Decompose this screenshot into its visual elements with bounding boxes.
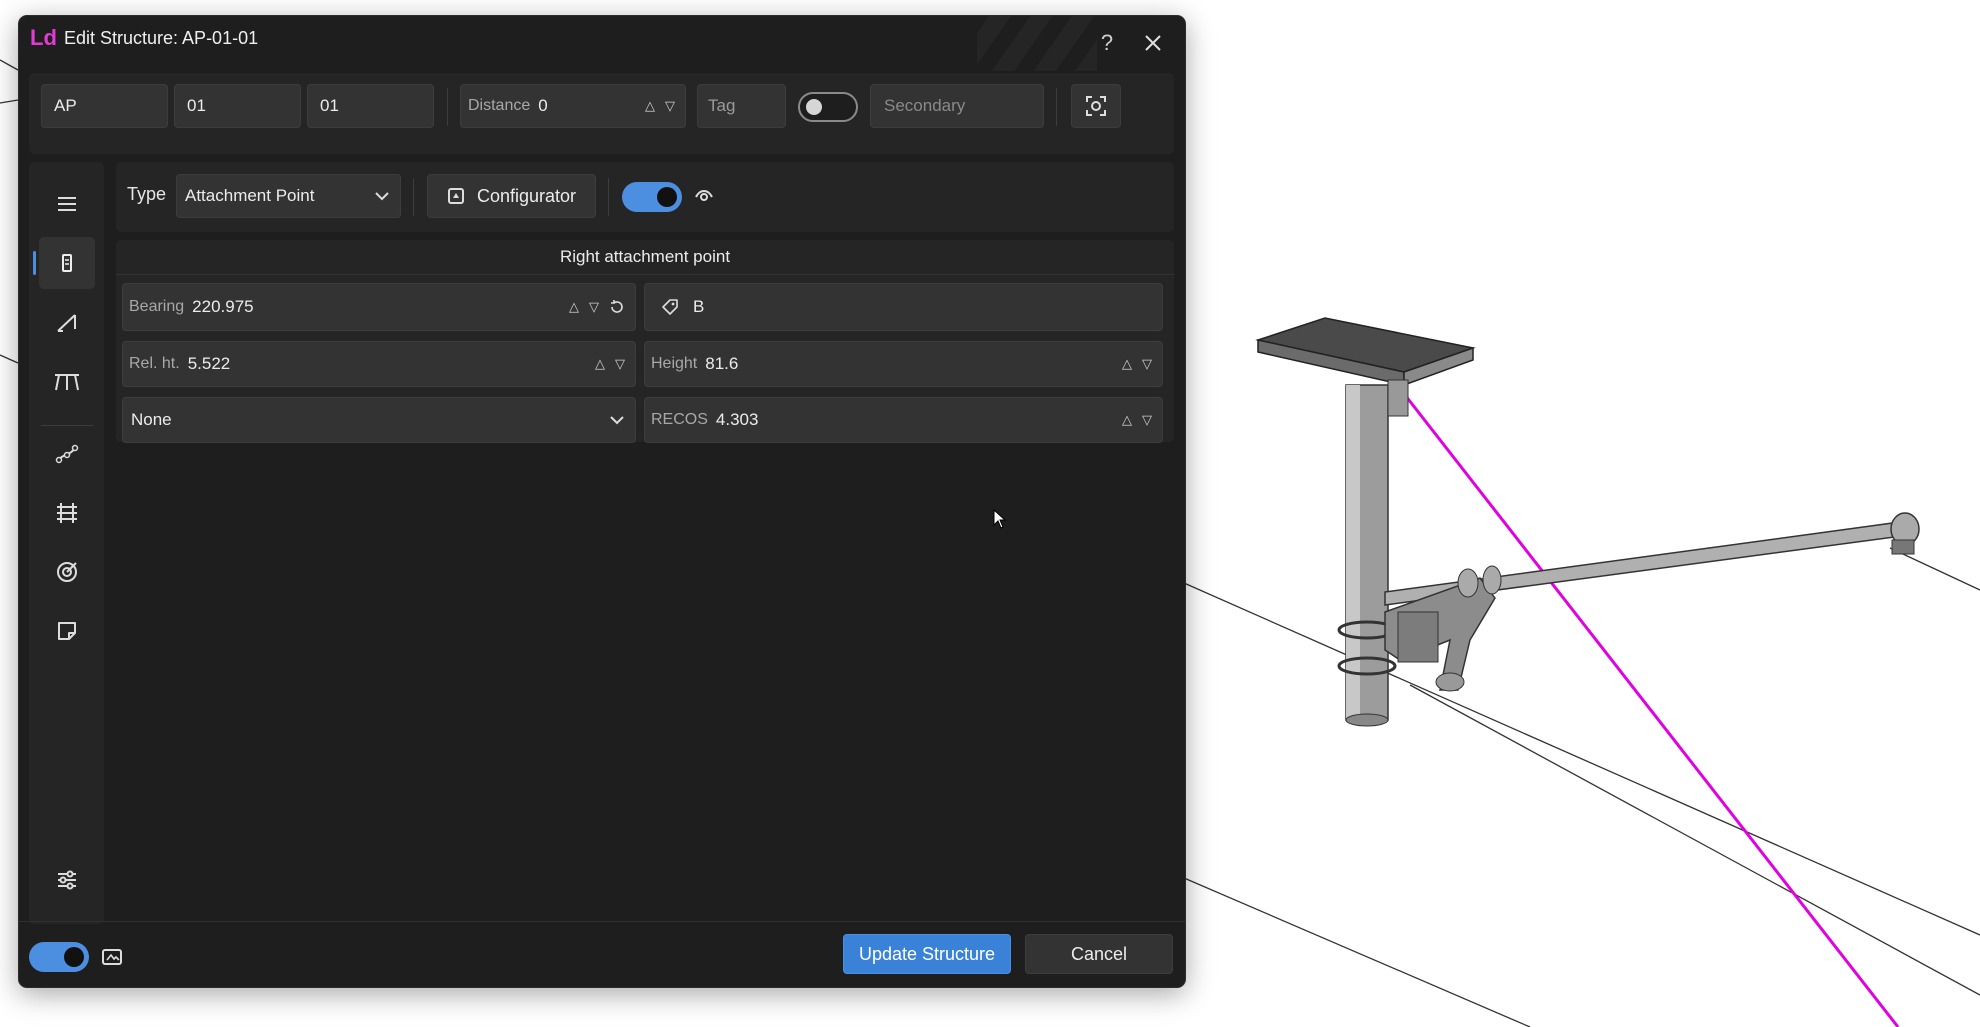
tag-field[interactable]: B bbox=[644, 283, 1163, 331]
chevron-down-icon bbox=[610, 416, 624, 425]
sidebar-item-track[interactable] bbox=[39, 487, 95, 539]
identity-bar: AP 01 01 Distance 0 △ ▽ Tag Secondary bbox=[29, 73, 1174, 154]
divider bbox=[413, 178, 414, 216]
preview-icon bbox=[102, 949, 122, 965]
title-bar[interactable]: Ld Edit Structure: AP-01-01 ? bbox=[19, 16, 1185, 71]
configurator-icon bbox=[447, 188, 464, 204]
mouse-cursor-icon bbox=[993, 509, 1007, 529]
sidebar-item-crossarm[interactable] bbox=[39, 355, 95, 407]
visibility-toggle[interactable] bbox=[622, 182, 682, 212]
ground-line bbox=[0, 59, 19, 71]
reset-icon[interactable] bbox=[609, 299, 625, 315]
pole-structure-model bbox=[1255, 317, 1920, 727]
distance-value: 0 bbox=[538, 96, 548, 115]
tag-icon bbox=[662, 299, 678, 315]
bearing-value: 220.975 bbox=[192, 297, 254, 316]
divider bbox=[1056, 88, 1057, 126]
section-title: Right attachment point bbox=[116, 240, 1174, 275]
tag-value: B bbox=[693, 297, 705, 316]
ground-line bbox=[0, 99, 19, 104]
sidebar-item-menu[interactable] bbox=[39, 178, 95, 230]
footer-divider bbox=[19, 921, 1185, 922]
capture-view-button[interactable] bbox=[1071, 84, 1121, 128]
auto-apply-toggle[interactable] bbox=[29, 942, 89, 972]
secondary-toggle[interactable] bbox=[798, 92, 858, 122]
type-select[interactable]: Attachment Point bbox=[176, 174, 401, 218]
track-icon bbox=[57, 503, 77, 523]
attachment-panel: Right attachment point Bearing 220.975 △… bbox=[116, 240, 1174, 443]
decrement-icon[interactable]: ▽ bbox=[1142, 412, 1152, 428]
sidebar-item-wire[interactable] bbox=[39, 428, 95, 480]
sidebar-item-settings[interactable] bbox=[39, 854, 95, 906]
help-button[interactable]: ? bbox=[1086, 22, 1128, 64]
span-icon bbox=[57, 314, 76, 332]
sidebar-item-target[interactable] bbox=[39, 546, 95, 598]
secondary-input[interactable]: Secondary bbox=[870, 84, 1044, 128]
update-structure-button[interactable]: Update Structure bbox=[843, 934, 1011, 974]
wire-line bbox=[1403, 394, 1900, 1027]
sidebar-divider bbox=[41, 425, 93, 426]
code-field-3[interactable]: 01 bbox=[307, 84, 434, 128]
decrement-icon[interactable]: ▽ bbox=[1142, 356, 1152, 372]
rel-ht-field[interactable]: Rel. ht. 5.522 △ ▽ bbox=[122, 341, 636, 387]
type-row: Type Attachment Point Configurator bbox=[116, 162, 1174, 232]
decrement-icon[interactable]: ▽ bbox=[615, 356, 625, 372]
increment-icon[interactable]: △ bbox=[595, 356, 605, 372]
chevron-down-icon bbox=[375, 192, 389, 201]
sidebar-item-structure[interactable] bbox=[33, 237, 95, 289]
preview-button[interactable] bbox=[101, 947, 123, 967]
eye-icon bbox=[695, 190, 713, 201]
target-icon bbox=[57, 562, 77, 582]
configurator-button[interactable]: Configurator bbox=[427, 174, 596, 218]
sidebar-item-note[interactable] bbox=[39, 605, 95, 657]
ground-line bbox=[1183, 582, 1980, 936]
ground-line bbox=[0, 354, 19, 364]
increment-icon[interactable]: △ bbox=[1122, 412, 1132, 428]
bearing-field[interactable]: Bearing 220.975 △ ▽ bbox=[122, 283, 636, 331]
note-icon bbox=[58, 622, 76, 640]
cancel-button[interactable]: Cancel bbox=[1025, 934, 1173, 974]
mode-select[interactable]: None bbox=[122, 397, 636, 443]
divider bbox=[447, 88, 448, 126]
dialog-title: Edit Structure: AP-01-01 bbox=[64, 28, 259, 48]
settings-icon bbox=[58, 870, 76, 890]
rel-ht-value: 5.522 bbox=[187, 354, 231, 373]
screenshot-icon bbox=[1086, 96, 1106, 116]
crossarm-icon bbox=[55, 374, 79, 391]
edit-structure-dialog: Ld Edit Structure: AP-01-01 ? AP 01 01 D… bbox=[18, 15, 1186, 988]
title-bar-stripes bbox=[977, 16, 1097, 71]
close-button[interactable] bbox=[1132, 22, 1174, 64]
increment-icon[interactable]: △ bbox=[645, 98, 655, 114]
eye-button[interactable] bbox=[694, 187, 714, 203]
help-icon: ? bbox=[1100, 30, 1114, 55]
type-label: Type bbox=[127, 184, 167, 204]
recos-field[interactable]: RECOS 4.303 △ ▽ bbox=[644, 397, 1163, 443]
sidebar-item-span[interactable] bbox=[39, 296, 95, 348]
height-field[interactable]: Height 81.6 △ ▽ bbox=[644, 341, 1163, 387]
sidebar bbox=[29, 162, 104, 924]
ground-line bbox=[1409, 684, 1980, 996]
hamburger-icon bbox=[58, 197, 76, 211]
tag-input[interactable]: Tag bbox=[697, 84, 786, 128]
code-field-2[interactable]: 01 bbox=[174, 84, 301, 128]
structure-icon bbox=[62, 254, 72, 272]
app-logo: Ld bbox=[30, 25, 57, 50]
close-icon bbox=[1145, 35, 1161, 51]
wire-icon bbox=[55, 444, 79, 464]
ground-line bbox=[1183, 877, 1531, 1027]
height-value: 81.6 bbox=[705, 354, 739, 373]
divider bbox=[608, 178, 609, 216]
increment-icon[interactable]: △ bbox=[1122, 356, 1132, 372]
decrement-icon[interactable]: ▽ bbox=[589, 299, 599, 315]
increment-icon[interactable]: △ bbox=[569, 299, 579, 315]
distance-field[interactable]: Distance 0 △ ▽ bbox=[460, 84, 686, 128]
decrement-icon[interactable]: ▽ bbox=[665, 98, 675, 114]
code-field-1[interactable]: AP bbox=[41, 84, 168, 128]
recos-value: 4.303 bbox=[715, 410, 759, 429]
